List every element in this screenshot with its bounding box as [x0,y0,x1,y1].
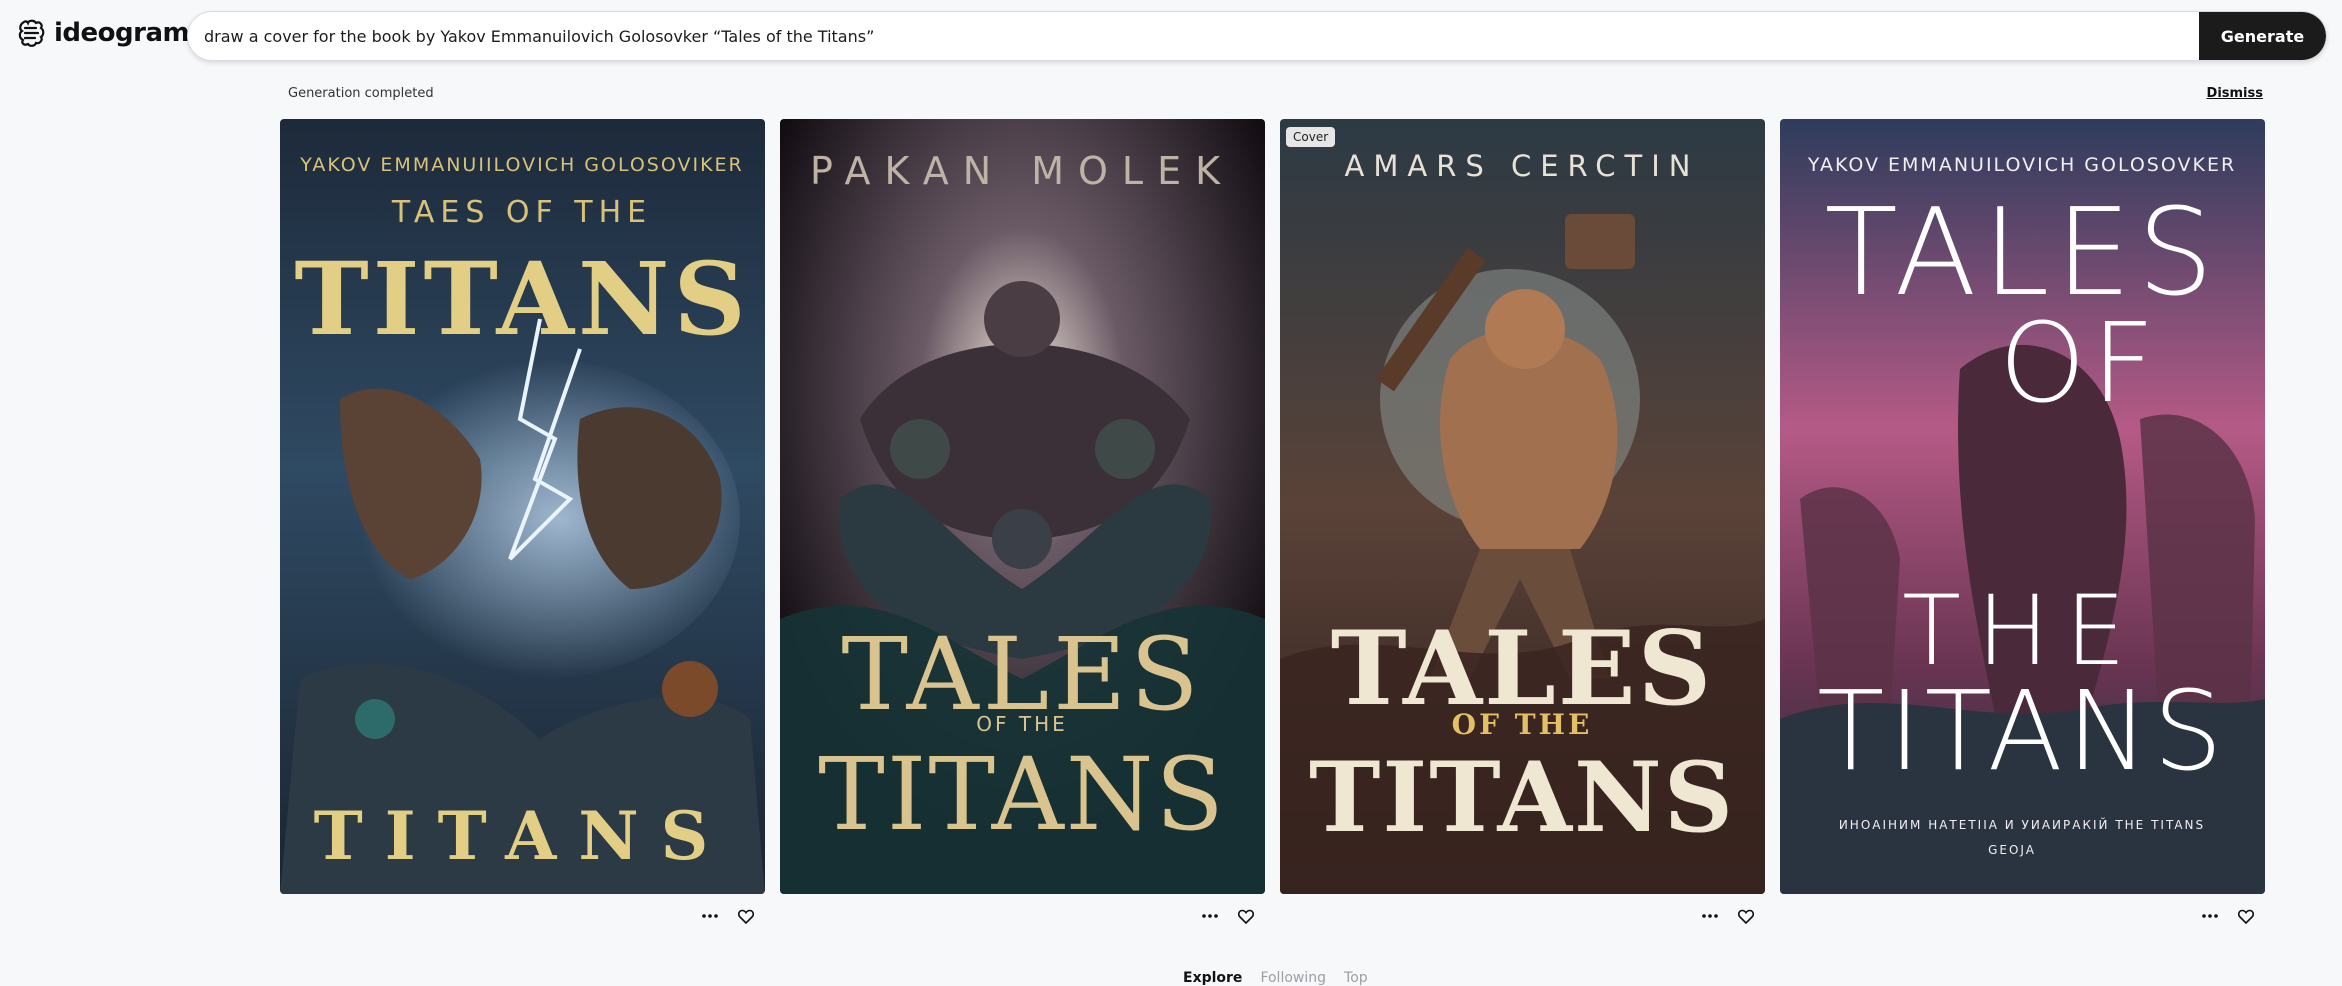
cover-author-text: YAKOV EMMANUIILOVICH GOLOSOVIKER [299,154,744,176]
card-actions [699,904,765,928]
logo[interactable]: ideogram [16,18,190,48]
result-image[interactable]: Cover AMARS CERCTIN TALES OF THE TITANS [1280,119,1765,894]
cover-author-text: YAKOV EMMANUILOVICH GOLOSOVKER [1807,154,2236,176]
more-horizontal-icon[interactable] [2199,905,2221,927]
heart-icon[interactable] [1235,905,1257,927]
top-bar: ideogram Generate [0,0,2342,70]
cover-title-main: TITANS [294,240,749,358]
cover-illustration: AMARS CERCTIN TALES OF THE TITANS [1280,119,1765,894]
result-image[interactable]: YAKOV EMMANUIILOVICH GOLOSOVIKER TAES OF… [280,119,765,894]
result-image[interactable]: YAKOV EMMANUILOVICH GOLOSOVKER TALES OF … [1780,119,2265,894]
cover-title-main: TITANS [1817,667,2227,795]
result-card: YAKOV EMMANUILOVICH GOLOSOVKER TALES OF … [1780,119,2265,934]
prompt-input[interactable] [188,12,2199,60]
cover-illustration: YAKOV EMMANUIILOVICH GOLOSOVIKER TAES OF… [280,119,765,894]
tab-top[interactable]: Top [1344,970,1368,986]
cover-title-mid: OF THE [1452,708,1593,741]
more-horizontal-icon[interactable] [699,905,721,927]
feed-tabs: Explore Following Top [1183,970,1368,986]
result-card: YAKOV EMMANUIILOVICH GOLOSOVIKER TAES OF… [280,119,765,934]
card-actions [1699,904,1765,928]
heart-icon[interactable] [2235,905,2257,927]
results-grid: YAKOV EMMANUIILOVICH GOLOSOVIKER TAES OF… [280,119,2265,934]
heart-icon[interactable] [735,905,757,927]
cover-author-text: AMARS CERCTIN [1345,149,1700,183]
result-card: Cover AMARS CERCTIN TALES OF THE TITANS [1280,119,1765,934]
card-actions [2199,904,2265,928]
ideogram-logo-icon [18,19,45,47]
cover-illustration: PAKAN MOLEK TALES OF THE TITANS [780,119,1265,894]
generate-button[interactable]: Generate [2199,12,2326,60]
cover-title-main: TITANS [1309,741,1735,854]
cover-footer-sub: GEOJA [1988,843,2036,857]
dismiss-link[interactable]: Dismiss [2207,86,2263,101]
heart-icon[interactable] [1735,905,1757,927]
cover-title-mid: OF THE [976,712,1068,736]
more-horizontal-icon[interactable] [1699,905,1721,927]
cover-author-text: PAKAN MOLEK [810,149,1234,193]
cover-badge: Cover [1286,127,1336,147]
generation-status-text: Generation completed [288,86,434,101]
generation-status-row: Generation completed Dismiss [280,86,2263,104]
tab-explore[interactable]: Explore [1183,970,1242,986]
result-card: PAKAN MOLEK TALES OF THE TITANS [780,119,1265,934]
cover-footer-text: ИНОАІНИМ НАТЕТІІА И УИАИРАКІЙ THE TITANS [1839,817,2205,832]
logo-text: ideogram [54,18,190,48]
cover-title-top: TAES OF THE [391,195,652,230]
card-actions [1199,904,1265,928]
result-image[interactable]: PAKAN MOLEK TALES OF THE TITANS [780,119,1265,894]
prompt-bar: Generate [187,11,2327,61]
cover-illustration: YAKOV EMMANUILOVICH GOLOSOVKER TALES OF … [1780,119,2265,894]
more-horizontal-icon[interactable] [1199,905,1221,927]
cover-title-mid: OF [1999,299,2161,427]
cover-title-bottom: TITANS [314,797,731,875]
tab-following[interactable]: Following [1260,970,1326,986]
cover-title-main: TITANS [818,736,1226,853]
